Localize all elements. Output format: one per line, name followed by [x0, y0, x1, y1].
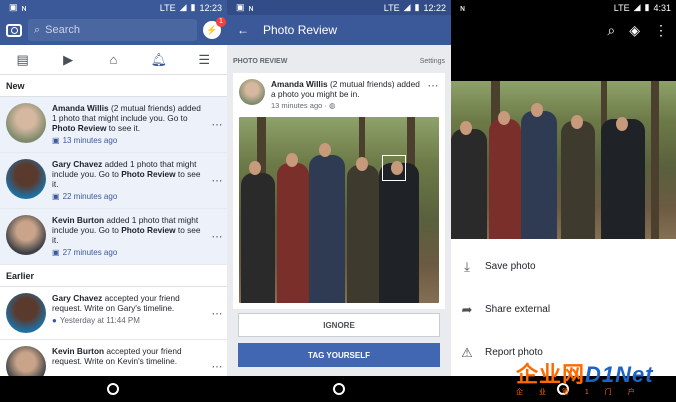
- camera-icon[interactable]: [6, 23, 22, 37]
- notification-item[interactable]: Gary Chavez added 1 photo that might inc…: [0, 153, 227, 209]
- signal-icon: ◢: [633, 2, 641, 12]
- messenger-icon[interactable]: ⚡ 1: [203, 17, 226, 39]
- tag-yourself-button[interactable]: TAG YOURSELF: [238, 343, 440, 367]
- search-input[interactable]: ⌕ Search: [28, 19, 197, 41]
- video-icon[interactable]: ▶: [57, 51, 79, 69]
- status-bar: ɴ LTE ◢ ▮ 4:31: [451, 0, 676, 15]
- clock: 12:23: [199, 2, 222, 13]
- notification-icon: ▣: [236, 2, 245, 12]
- page-title: Photo Review: [263, 23, 338, 37]
- notification-text: Amanda Willis (2 mutual friends) added 1…: [52, 103, 205, 146]
- home-button[interactable]: [333, 383, 345, 395]
- notification-time: ▣ 13 minutes ago: [52, 136, 118, 145]
- notification-time: ▣ 22 minutes ago: [52, 192, 118, 201]
- menu-label: Save photo: [485, 261, 536, 272]
- notification-icon: ▣: [9, 2, 18, 12]
- status-bar: ▣ ɴ LTE ◢ ▮ 12:22: [227, 0, 451, 15]
- signal-icon: ◢: [179, 2, 187, 12]
- ignore-button[interactable]: IGNORE: [238, 313, 440, 337]
- home-button[interactable]: [107, 383, 119, 395]
- notification-time: ▣ 27 minutes ago: [52, 248, 118, 257]
- clock: 12:22: [423, 2, 446, 13]
- more-options-icon[interactable]: ⋯: [211, 174, 223, 187]
- more-options-icon[interactable]: ⋯: [427, 79, 439, 92]
- download-icon: ⤓: [464, 258, 470, 274]
- watermark-logo: 企业网D1Net 企 业 第 1 门 户: [516, 362, 654, 396]
- menu-label: Share external: [485, 304, 551, 315]
- photo-icon: ▣: [52, 248, 60, 257]
- more-options-icon[interactable]: ⋯: [211, 307, 223, 320]
- section-new: New: [0, 75, 227, 97]
- notification-item[interactable]: Amanda Willis (2 mutual friends) added 1…: [0, 97, 227, 153]
- photo-icon: ▣: [52, 136, 60, 145]
- back-arrow-icon[interactable]: ←: [237, 23, 249, 37]
- section-label: PHOTO REVIEW: [233, 58, 288, 65]
- section-earlier: Earlier: [0, 265, 227, 287]
- notification-text: Gary Chavez added 1 photo that might inc…: [52, 159, 205, 202]
- notification-text: Kevin Burton added 1 photo that might in…: [52, 215, 205, 258]
- avatar: [6, 215, 46, 255]
- section-header: PHOTO REVIEW Settings: [227, 45, 451, 73]
- globe-icon: ◍: [328, 101, 336, 110]
- photo-review-screen: ▣ ɴ LTE ◢ ▮ 12:22 ← Photo Review PHOTO R…: [227, 0, 451, 376]
- avatar: [6, 346, 46, 376]
- share-icon: ➦: [461, 301, 473, 317]
- friend-icon: ●: [52, 316, 57, 325]
- avatar: [6, 159, 46, 199]
- post-text: Amanda Willis (2 mutual friends) added a…: [271, 79, 420, 110]
- notification-text: Kevin Burton accepted your friend reques…: [52, 346, 182, 366]
- clock: 4:31: [653, 2, 671, 13]
- photo-icon: ▣: [52, 192, 60, 201]
- app-icon: ɴ: [248, 2, 254, 13]
- app-icon: ɴ: [460, 2, 465, 13]
- messenger-badge: 1: [216, 17, 226, 27]
- network-label: LTE: [383, 2, 400, 13]
- avatar: [6, 293, 46, 333]
- full-photo[interactable]: [451, 81, 676, 239]
- report-icon: ⚠: [461, 344, 473, 360]
- notification-item[interactable]: Kevin Burton added 1 photo that might in…: [0, 209, 227, 265]
- signal-icon: ◢: [403, 2, 411, 12]
- notification-text: Gary Chavez accepted your friend request…: [52, 293, 205, 333]
- network-label: LTE: [613, 2, 630, 13]
- notifications-screen: ▣ ɴ LTE ◢ ▮ 12:23 ⌕ Search ⚡ 1 ▤ ▶ ⌂ 🔔︎ …: [0, 0, 227, 376]
- top-bar: ← Photo Review: [227, 15, 451, 45]
- photo-options-screen: ɴ LTE ◢ ▮ 4:31 ⌕ ◈ ⋮ ⤓ Save photo ➦ Shar…: [451, 0, 676, 376]
- post-time: 13 minutes ago · ◍: [271, 101, 336, 110]
- post-card: Amanda Willis (2 mutual friends) added a…: [233, 73, 445, 117]
- tag-icon[interactable]: ◈: [629, 22, 640, 39]
- app-icon: ɴ: [21, 2, 27, 13]
- search-icon[interactable]: ⌕: [607, 22, 615, 39]
- search-icon: ⌕: [34, 23, 41, 36]
- post-header: Amanda Willis (2 mutual friends) added a…: [239, 79, 439, 111]
- more-options-icon[interactable]: ⋯: [211, 230, 223, 243]
- settings-link[interactable]: Settings: [420, 58, 445, 65]
- avatar: [239, 79, 265, 105]
- more-options-icon[interactable]: ⋯: [211, 360, 223, 373]
- photo-toolbar: ⌕ ◈ ⋮: [451, 15, 676, 81]
- top-bar: ⌕ Search ⚡ 1: [0, 15, 227, 45]
- search-placeholder: Search: [45, 24, 81, 36]
- battery-icon: ▮: [190, 2, 196, 12]
- menu-icon[interactable]: ☰: [193, 51, 215, 69]
- news-feed-icon[interactable]: ▤: [12, 51, 34, 69]
- review-photo[interactable]: [239, 117, 439, 303]
- tab-bar: ▤ ▶ ⌂ 🔔︎ ☰: [0, 45, 227, 75]
- share-external-menu-item[interactable]: ➦ Share external: [451, 288, 676, 331]
- avatar: [6, 103, 46, 143]
- network-label: LTE: [159, 2, 176, 13]
- battery-icon: ▮: [414, 2, 420, 12]
- notifications-bell-icon[interactable]: 🔔︎: [148, 51, 170, 69]
- face-tag-box[interactable]: [382, 155, 406, 181]
- overflow-menu-icon[interactable]: ⋮: [654, 22, 668, 39]
- status-bar: ▣ ɴ LTE ◢ ▮ 12:23: [0, 0, 227, 15]
- notification-time: ● Yesterday at 11:44 PM: [52, 316, 140, 325]
- notification-item[interactable]: Gary Chavez accepted your friend request…: [0, 287, 227, 340]
- battery-icon: ▮: [644, 2, 650, 12]
- notification-item[interactable]: Kevin Burton accepted your friend reques…: [0, 340, 227, 376]
- save-photo-menu-item[interactable]: ⤓ Save photo: [451, 245, 676, 288]
- marketplace-icon[interactable]: ⌂: [102, 51, 124, 69]
- more-options-icon[interactable]: ⋯: [211, 118, 223, 131]
